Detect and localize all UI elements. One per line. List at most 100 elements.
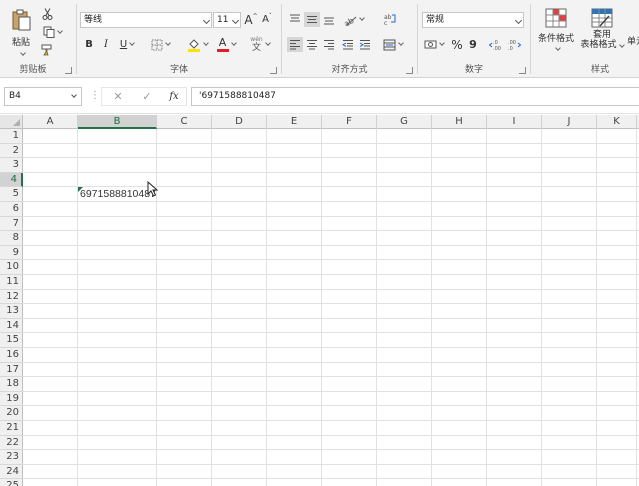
column-header-j[interactable]: J xyxy=(542,115,597,129)
row-header-1[interactable]: 1 xyxy=(0,129,23,144)
gridline-horizontal xyxy=(23,215,639,217)
gridline-horizontal xyxy=(23,259,639,261)
font-color-button[interactable]: A xyxy=(213,36,239,53)
column-header-f[interactable]: F xyxy=(322,115,377,129)
column-header-k[interactable]: K xyxy=(597,115,637,129)
align-middle-button[interactable] xyxy=(304,12,320,27)
row-header-21[interactable]: 21 xyxy=(0,421,23,436)
percent-button[interactable]: % xyxy=(450,36,464,53)
underline-button[interactable]: U xyxy=(116,37,138,52)
row-header-24[interactable]: 24 xyxy=(0,465,23,480)
align-left-button[interactable] xyxy=(287,37,303,52)
column-header-b[interactable]: B xyxy=(78,115,157,129)
decrease-indent-button[interactable] xyxy=(340,37,356,52)
alignment-launcher[interactable] xyxy=(406,67,413,74)
decrease-font-button[interactable]: Aˇ xyxy=(260,11,274,28)
column-header-i[interactable]: I xyxy=(487,115,542,129)
align-top-button[interactable] xyxy=(287,12,303,27)
column-header-e[interactable]: E xyxy=(267,115,322,129)
accounting-format-button[interactable] xyxy=(422,37,446,52)
gridline-horizontal xyxy=(23,303,639,305)
row-header-11[interactable]: 11 xyxy=(0,275,23,290)
table-format-label-2: 表格格式 xyxy=(580,40,625,50)
column-header-d[interactable]: D xyxy=(212,115,267,129)
confirm-entry-button[interactable]: ✓ xyxy=(138,88,156,105)
gridline-horizontal xyxy=(23,186,639,188)
clipboard-group: 粘贴 剪贴板 xyxy=(0,0,76,78)
row-header-6[interactable]: 6 xyxy=(0,202,23,217)
row-header-4[interactable]: 4 xyxy=(0,172,23,188)
row-header-17[interactable]: 17 xyxy=(0,363,23,378)
row-header-3[interactable]: 3 xyxy=(0,158,23,173)
select-all-button[interactable] xyxy=(0,115,23,129)
row-header-7[interactable]: 7 xyxy=(0,217,23,232)
row-header-2[interactable]: 2 xyxy=(0,144,23,159)
column-header-g[interactable]: G xyxy=(377,115,432,129)
font-size-combo[interactable]: 11 xyxy=(213,12,241,28)
italic-button[interactable]: I xyxy=(99,37,113,52)
font-color-icon: A xyxy=(216,37,229,52)
align-center-button[interactable] xyxy=(304,37,320,52)
copy-icon xyxy=(43,26,54,38)
row-header-10[interactable]: 10 xyxy=(0,260,23,275)
border-icon xyxy=(151,39,162,50)
cancel-entry-button[interactable]: ✕ xyxy=(109,88,127,105)
row-header-12[interactable]: 12 xyxy=(0,290,23,305)
row-header-9[interactable]: 9 xyxy=(0,246,23,261)
number-format-combo[interactable]: 常规 xyxy=(422,12,524,28)
column-header-a[interactable]: A xyxy=(23,115,78,129)
copy-button[interactable] xyxy=(40,25,64,39)
orientation-button[interactable]: ab xyxy=(340,11,366,28)
styles-group-label: 样式 xyxy=(590,65,609,75)
bold-button[interactable]: B xyxy=(82,37,96,52)
fill-color-button[interactable] xyxy=(184,36,210,53)
font-name-combo[interactable]: 等线 xyxy=(80,12,212,28)
number-launcher[interactable] xyxy=(519,67,526,74)
align-bottom-button[interactable] xyxy=(321,12,337,27)
cut-button[interactable] xyxy=(40,7,54,21)
active-cell[interactable]: 6971588810487 xyxy=(78,187,157,202)
row-header-20[interactable]: 20 xyxy=(0,406,23,421)
clipboard-launcher[interactable] xyxy=(65,67,72,74)
merge-center-button[interactable] xyxy=(380,36,406,53)
row-header-14[interactable]: 14 xyxy=(0,319,23,334)
gridline-horizontal xyxy=(23,478,639,480)
increase-indent-button[interactable] xyxy=(357,37,373,52)
conditional-format-button[interactable]: 条件格式 xyxy=(534,8,578,58)
row-header-16[interactable]: 16 xyxy=(0,348,23,363)
name-box[interactable]: B4 xyxy=(4,87,82,106)
row-header-23[interactable]: 23 xyxy=(0,450,23,465)
gridline-horizontal xyxy=(23,230,639,232)
font-launcher[interactable] xyxy=(270,67,277,74)
cell-styles-button[interactable]: 单元 xyxy=(627,34,639,47)
increase-decimal-button[interactable]: .0.00 xyxy=(488,37,504,52)
row-header-19[interactable]: 19 xyxy=(0,392,23,407)
cell-grid[interactable]: 6971588810487 xyxy=(23,129,639,486)
column-header-c[interactable]: C xyxy=(157,115,212,129)
row-header-8[interactable]: 8 xyxy=(0,231,23,246)
format-painter-button[interactable] xyxy=(40,43,54,57)
wrap-text-button[interactable]: ab c xyxy=(382,11,398,28)
format-as-table-button[interactable]: 套用 表格格式 xyxy=(579,8,625,58)
row-header-22[interactable]: 22 xyxy=(0,436,23,451)
row-header-13[interactable]: 13 xyxy=(0,304,23,319)
scissors-icon xyxy=(42,8,52,20)
increase-font-button[interactable]: A ^ xyxy=(244,11,258,28)
row-header-15[interactable]: 15 xyxy=(0,333,23,348)
column-header-h[interactable]: H xyxy=(432,115,487,129)
ribbon: 粘贴 剪贴板 等线 11 A ^ A ˇ B I U A wén 文 字体 ab… xyxy=(0,0,639,78)
row-header-25[interactable]: 25 xyxy=(0,479,23,486)
italic-icon: I xyxy=(104,39,108,50)
more-options-icon[interactable]: ⋮ xyxy=(90,90,100,101)
comma-style-button[interactable]: 9 xyxy=(467,36,479,53)
decrease-decimal-button[interactable]: .00.0 xyxy=(506,37,522,52)
phonetic-button[interactable]: wén 文 xyxy=(247,36,273,53)
formula-input[interactable]: '6971588810487 xyxy=(191,87,639,106)
number-as-text-indicator xyxy=(78,187,83,192)
borders-button[interactable] xyxy=(148,37,172,52)
align-right-button[interactable] xyxy=(321,37,337,52)
row-header-18[interactable]: 18 xyxy=(0,377,23,392)
paste-button[interactable]: 粘贴 xyxy=(6,6,36,56)
row-header-5[interactable]: 5 xyxy=(0,187,23,202)
insert-function-button[interactable]: fx xyxy=(165,88,183,105)
